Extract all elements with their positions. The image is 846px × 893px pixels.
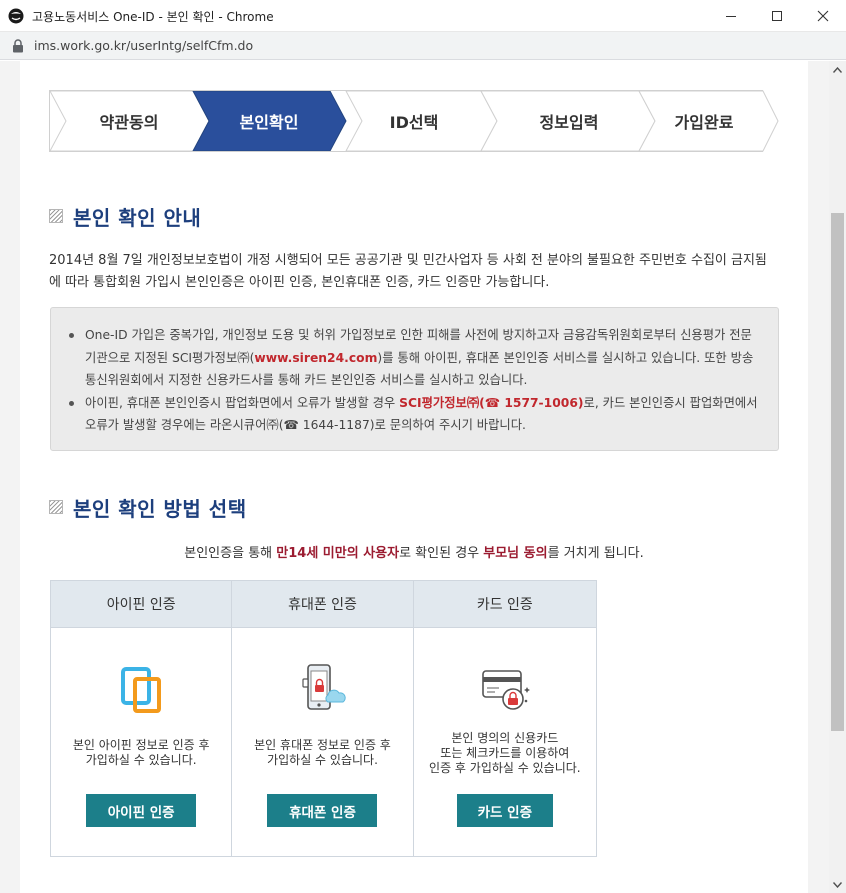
lock-icon [13,39,23,53]
window-title: 고용노동서비스 One-ID - 본인 확인 - Chrome [32,10,274,24]
section-title-text: 본인 확인 방법 선택 [73,496,247,521]
method-card: 카드 인증 본인 명의의 신용카드 또는 체크카드를 이용하여 인증 후 가입하… [413,581,596,856]
maximize-icon [772,11,782,21]
scroll-down-arrow-icon [833,881,842,888]
close-button[interactable] [800,0,846,32]
method-mobile: 휴대폰 인증 본인 휴대폰 정보로 인증 후 가입하실 수 있습니다. 휴대폰 … [232,581,414,856]
section-bullet-icon [49,500,63,514]
desc-line: 인증 후 가입하실 수 있습니다. [429,761,581,775]
window-titlebar: 고용노동서비스 One-ID - 본인 확인 - Chrome [0,0,846,32]
intro-paragraph: 2014년 8월 7일 개인정보보호법이 개정 시행되어 모든 공공기관 및 민… [49,253,767,290]
method-description: 본인 아이핀 정보로 인증 후 가입하실 수 있습니다. [51,738,231,768]
desc-line: 가입하실 수 있습니다. [267,753,378,767]
note-text: 본인인증을 통해 [184,546,277,561]
step-terms: 약관동의 [99,113,159,132]
section-bullet-icon [49,209,63,223]
page-content: 약관동의 본인확인 ID선택 정보입력 가입완료 본인 확인 안내 2014년 … [20,61,808,893]
url-text: ims.work.go.kr/userIntg/selfCfm.do [34,38,254,53]
desc-line: 본인 명의의 신용카드 [451,731,559,745]
mobile-auth-button[interactable]: 휴대폰 인증 [267,794,378,827]
minimize-icon [726,16,736,17]
notice-box: One-ID 가입은 중복가입, 개인정보 도용 및 허위 가입정보로 인한 피… [50,307,779,451]
method-description: 본인 명의의 신용카드 또는 체크카드를 이용하여 인증 후 가입하실 수 있습… [414,731,596,776]
note-highlight-age: 만14세 미만의 사용자 [276,546,400,561]
method-header: 카드 인증 [413,581,596,628]
notice-item: 아이핀, 휴대폰 본인인증시 팝업화면에서 오류가 발생할 경우 SCI평가정보… [69,392,761,437]
app-icon [8,8,24,24]
mobile-phone-icon [302,664,347,710]
vertical-scrollbar[interactable] [829,61,846,893]
address-bar[interactable]: ims.work.go.kr/userIntg/selfCfm.do [0,32,846,60]
credit-card-icon [482,670,530,710]
note-highlight-consent: 부모님 동의 [483,546,548,561]
parental-consent-note: 본인인증을 통해 만14세 미만의 사용자로 확인된 경우 부모님 동의를 거치… [49,542,779,561]
close-icon [817,10,829,22]
verification-methods-table: 아이핀 인증 본인 아이핀 정보로 인증 후 가입하실 수 있습니다. 아이핀 … [50,580,597,857]
card-auth-button[interactable]: 카드 인증 [456,794,553,827]
sci-contact-highlight: SCI평가정보㈜(☎ 1577-1006) [399,395,584,410]
scroll-up-arrow-icon [833,66,842,73]
desc-line: 가입하실 수 있습니다. [85,753,197,767]
method-description: 본인 휴대폰 정보로 인증 후 가입하실 수 있습니다. [232,738,412,768]
ipin-icon [121,667,162,713]
signup-progress-steps: 약관동의 본인확인 ID선택 정보입력 가입완료 [49,90,779,152]
browser-viewport: 약관동의 본인확인 ID선택 정보입력 가입완료 본인 확인 안내 2014년 … [0,61,846,893]
note-text: 로 확인된 경우 [399,546,484,561]
scroll-down-button[interactable] [829,876,846,893]
method-header: 아이핀 인증 [51,581,232,628]
step-complete: 가입완료 [674,113,734,132]
section-title-method-select: 본인 확인 방법 선택 [49,493,247,521]
section-title-identity-guide: 본인 확인 안내 [49,202,201,230]
section-title-text: 본인 확인 안내 [73,205,202,230]
notice-item: One-ID 가입은 중복가입, 개인정보 도용 및 허위 가입정보로 인한 피… [69,324,761,392]
scroll-up-button[interactable] [829,61,846,78]
notice-text: 아이핀, 휴대폰 본인인증시 팝업화면에서 오류가 발생할 경우 [85,395,400,410]
step-info-input: 정보입력 [539,113,599,132]
desc-line: 또는 체크카드를 이용하여 [440,746,570,760]
step-identity-verification: 본인확인 [239,113,299,132]
desc-line: 본인 아이핀 정보로 인증 후 [72,738,210,752]
desc-line: 본인 휴대폰 정보로 인증 후 [254,738,391,752]
scrollbar-thumb[interactable] [831,213,844,731]
note-text: 를 거치게 됩니다. [547,546,644,561]
ipin-auth-button[interactable]: 아이핀 인증 [86,794,197,827]
maximize-button[interactable] [754,0,800,32]
step-id-selection: ID선택 [389,113,439,132]
minimize-button[interactable] [708,0,754,32]
method-header: 휴대폰 인증 [232,581,413,628]
method-ipin: 아이핀 인증 본인 아이핀 정보로 인증 후 가입하실 수 있습니다. 아이핀 … [51,581,233,856]
siren24-link[interactable]: www.siren24.com [254,351,377,365]
